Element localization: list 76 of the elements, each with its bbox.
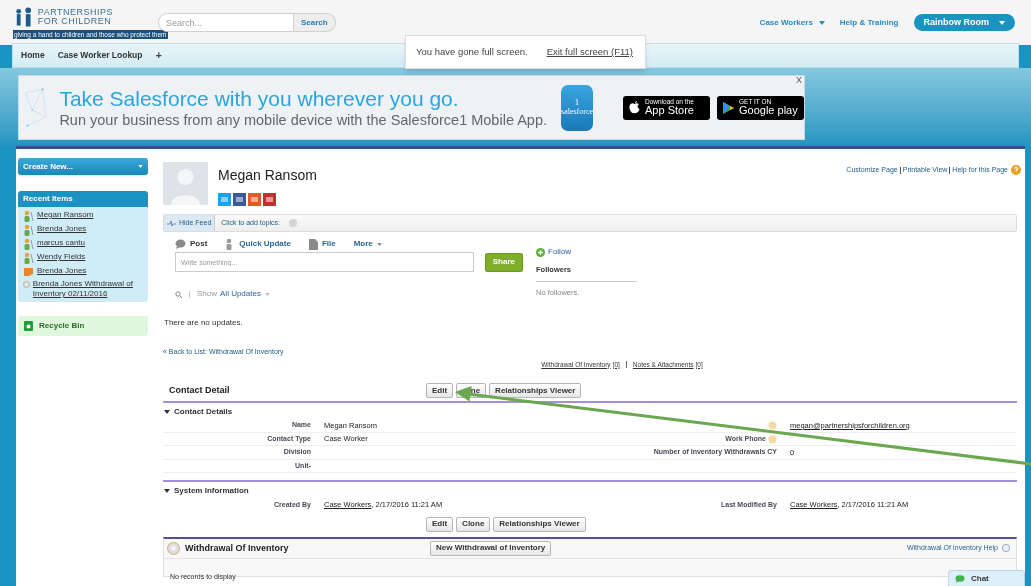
caret-icon — [138, 165, 143, 168]
plus-icon — [536, 247, 545, 257]
feed-empty-message: There are no updates. — [164, 317, 244, 329]
section-header[interactable]: System Information — [163, 483, 249, 499]
header-link[interactable]: Help & Training — [839, 16, 899, 29]
person-icon — [23, 210, 34, 222]
caret-icon — [376, 242, 382, 246]
recent-item-link[interactable]: Megan Ransom — [37, 210, 94, 220]
nav-tab[interactable]: Case Worker Lookup — [57, 49, 143, 62]
recent-item-link[interactable]: Brenda Jones — [37, 224, 87, 234]
detail-title: Contact Detail — [169, 384, 231, 397]
exit-fullscreen-link[interactable]: Exit full screen (F11) — [546, 44, 634, 60]
logo-text: PARTNERSHIPS — [37, 8, 113, 17]
nav-tab[interactable]: Home — [21, 49, 45, 62]
recent-item-link[interactable]: Brenda Jones — [37, 266, 87, 276]
help-icon[interactable] — [1002, 544, 1010, 553]
app-icon-number: 1 — [574, 98, 580, 107]
add-tab-button[interactable]: + — [155, 47, 162, 64]
detail-button[interactable]: Edit — [426, 383, 454, 399]
file-icon — [308, 238, 318, 250]
record-name: Megan Ransom — [218, 166, 317, 185]
recent-items-header: Recent Items — [18, 191, 148, 207]
feed-tab[interactable]: File — [308, 238, 336, 250]
detail-button[interactable]: Edit — [426, 516, 454, 532]
caret-icon — [264, 292, 270, 296]
avatar-icon — [163, 162, 208, 205]
person-icon — [23, 224, 34, 236]
recent-item-link[interactable]: Brenda Jones Withdrawal of Inventory 02/11/2016 — [32, 279, 143, 299]
speech-bubble-icon — [175, 239, 186, 249]
app-menu-button[interactable]: Rainbow Room — [913, 14, 1015, 31]
feed-tab[interactable]: More — [353, 238, 382, 250]
banner-subline: Run your business from any mobile device with the Salesforce1 Mobile App. — [59, 110, 547, 129]
caret-icon — [818, 20, 825, 25]
header-link[interactable]: Case Workers — [759, 16, 825, 29]
detail-button[interactable]: Relationships Viewer — [493, 516, 586, 532]
pulse-icon — [167, 219, 176, 227]
recycle-bin[interactable]: Recycle Bin — [18, 316, 148, 336]
notice-message: You have gone full screen. — [416, 44, 528, 59]
apple-icon — [629, 101, 640, 114]
feed-tab[interactable]: Quick Update — [225, 238, 291, 250]
info-icon — [289, 219, 298, 227]
help-icon[interactable] — [1011, 165, 1021, 176]
close-button[interactable]: X — [796, 76, 802, 85]
disc-icon — [167, 541, 180, 555]
related-list-title: Withdrawal Of Inventory — [185, 541, 290, 555]
logo-text: FOR CHILDREN — [37, 17, 113, 26]
banner-headline: Take Salesforce with you wherever you go. — [59, 86, 460, 111]
recent-item-link[interactable]: Wendy Fields — [37, 252, 86, 262]
person-icon — [23, 252, 34, 264]
search-button[interactable]: Search — [294, 13, 336, 32]
search-field[interactable]: Search... — [158, 13, 294, 32]
follow-link[interactable]: Follow — [536, 246, 637, 258]
chat-button[interactable]: Chat — [948, 570, 1025, 586]
speech-bubble-icon — [955, 575, 965, 583]
search-icon — [175, 290, 182, 298]
new-record-button[interactable]: New Withdrawal of Inventory — [430, 540, 552, 556]
badge-store-name: App Store — [645, 105, 694, 117]
disc-icon — [23, 279, 30, 290]
feed-tab[interactable]: Post — [175, 238, 208, 250]
play-icon — [723, 101, 734, 114]
caret-icon — [999, 20, 1005, 25]
person-icon — [23, 238, 34, 250]
detail-button[interactable]: Clone — [456, 516, 491, 532]
detail-button[interactable]: Relationships Viewer — [489, 383, 582, 399]
triangle-icon — [164, 487, 170, 494]
section-header[interactable]: Contact Details — [163, 404, 233, 420]
recycle-bin-label: Recycle Bin — [39, 320, 85, 332]
folder-icon — [23, 266, 34, 277]
triangle-icon — [164, 408, 170, 415]
recent-item-link[interactable]: marcus cantu — [37, 238, 86, 248]
badge-store-name: Google play — [739, 105, 798, 117]
logo[interactable]: PARTNERSHIPS FOR CHILDREN — [13, 6, 113, 30]
app-icon-text: salesforce — [561, 107, 593, 117]
filter-dropdown[interactable]: All Updates — [220, 288, 270, 300]
filter-label: Show — [197, 288, 217, 300]
trash-icon — [24, 321, 33, 331]
